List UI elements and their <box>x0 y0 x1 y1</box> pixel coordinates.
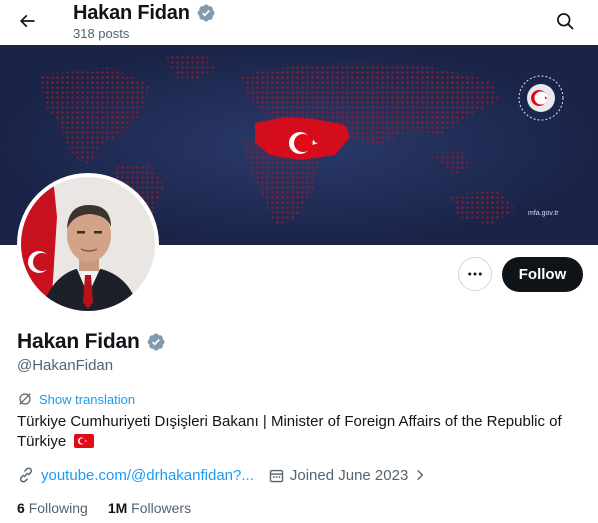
header-name: Hakan Fidan <box>73 1 190 24</box>
search-button[interactable] <box>548 4 582 38</box>
show-translation-label[interactable]: Show translation <box>39 392 135 407</box>
back-button[interactable] <box>10 4 44 38</box>
profile-bio: Türkiye Cumhuriyeti Dışişleri Bakanı | M… <box>17 412 587 452</box>
profile-name: Hakan Fidan <box>17 330 166 354</box>
avatar-container[interactable] <box>17 173 159 315</box>
follow-button[interactable]: Follow <box>502 257 583 292</box>
link-icon <box>19 467 33 483</box>
post-count: 318 posts <box>73 26 130 41</box>
followers-label: Followers <box>131 500 192 516</box>
header-title: Hakan Fidan <box>73 0 216 26</box>
profile-handle: @HakanFidan <box>17 357 114 374</box>
verified-badge-icon <box>197 4 215 22</box>
calendar-icon <box>269 469 284 482</box>
profile-meta: youtube.com/@drhakanfidan?... Joined Jun… <box>17 464 427 486</box>
translate-icon <box>19 393 31 405</box>
joined-date-label: Joined June 2023 <box>289 466 409 484</box>
arrow-left-icon <box>19 14 35 28</box>
turkey-flag-icon <box>74 434 95 448</box>
avatar-image <box>21 177 155 311</box>
followers-link[interactable]: 1M Followers <box>108 500 191 516</box>
more-icon <box>468 272 482 276</box>
show-translation-link[interactable]: Show translation <box>17 391 135 407</box>
more-options-button[interactable] <box>458 257 492 291</box>
profile-stats: 6 Following 1M Followers <box>17 500 191 516</box>
chevron-right-icon <box>417 469 424 481</box>
joined-date[interactable]: Joined June 2023 <box>268 467 427 484</box>
display-name: Hakan Fidan <box>17 330 140 353</box>
following-label: Following <box>28 500 88 516</box>
profile-website-link[interactable]: youtube.com/@drhakanfidan?... <box>41 467 254 484</box>
top-bar: Hakan Fidan 318 posts <box>0 0 598 45</box>
avatar[interactable] <box>21 177 155 311</box>
following-count: 6 <box>17 500 25 516</box>
following-link[interactable]: 6 Following <box>17 500 88 516</box>
verified-badge-icon[interactable] <box>146 332 166 352</box>
followers-count: 1M <box>107 500 128 516</box>
banner-caption: mfa.gov.tr <box>528 210 559 217</box>
search-icon <box>557 13 574 30</box>
bio-text: Türkiye Cumhuriyeti Dışişleri Bakanı | M… <box>17 413 562 450</box>
